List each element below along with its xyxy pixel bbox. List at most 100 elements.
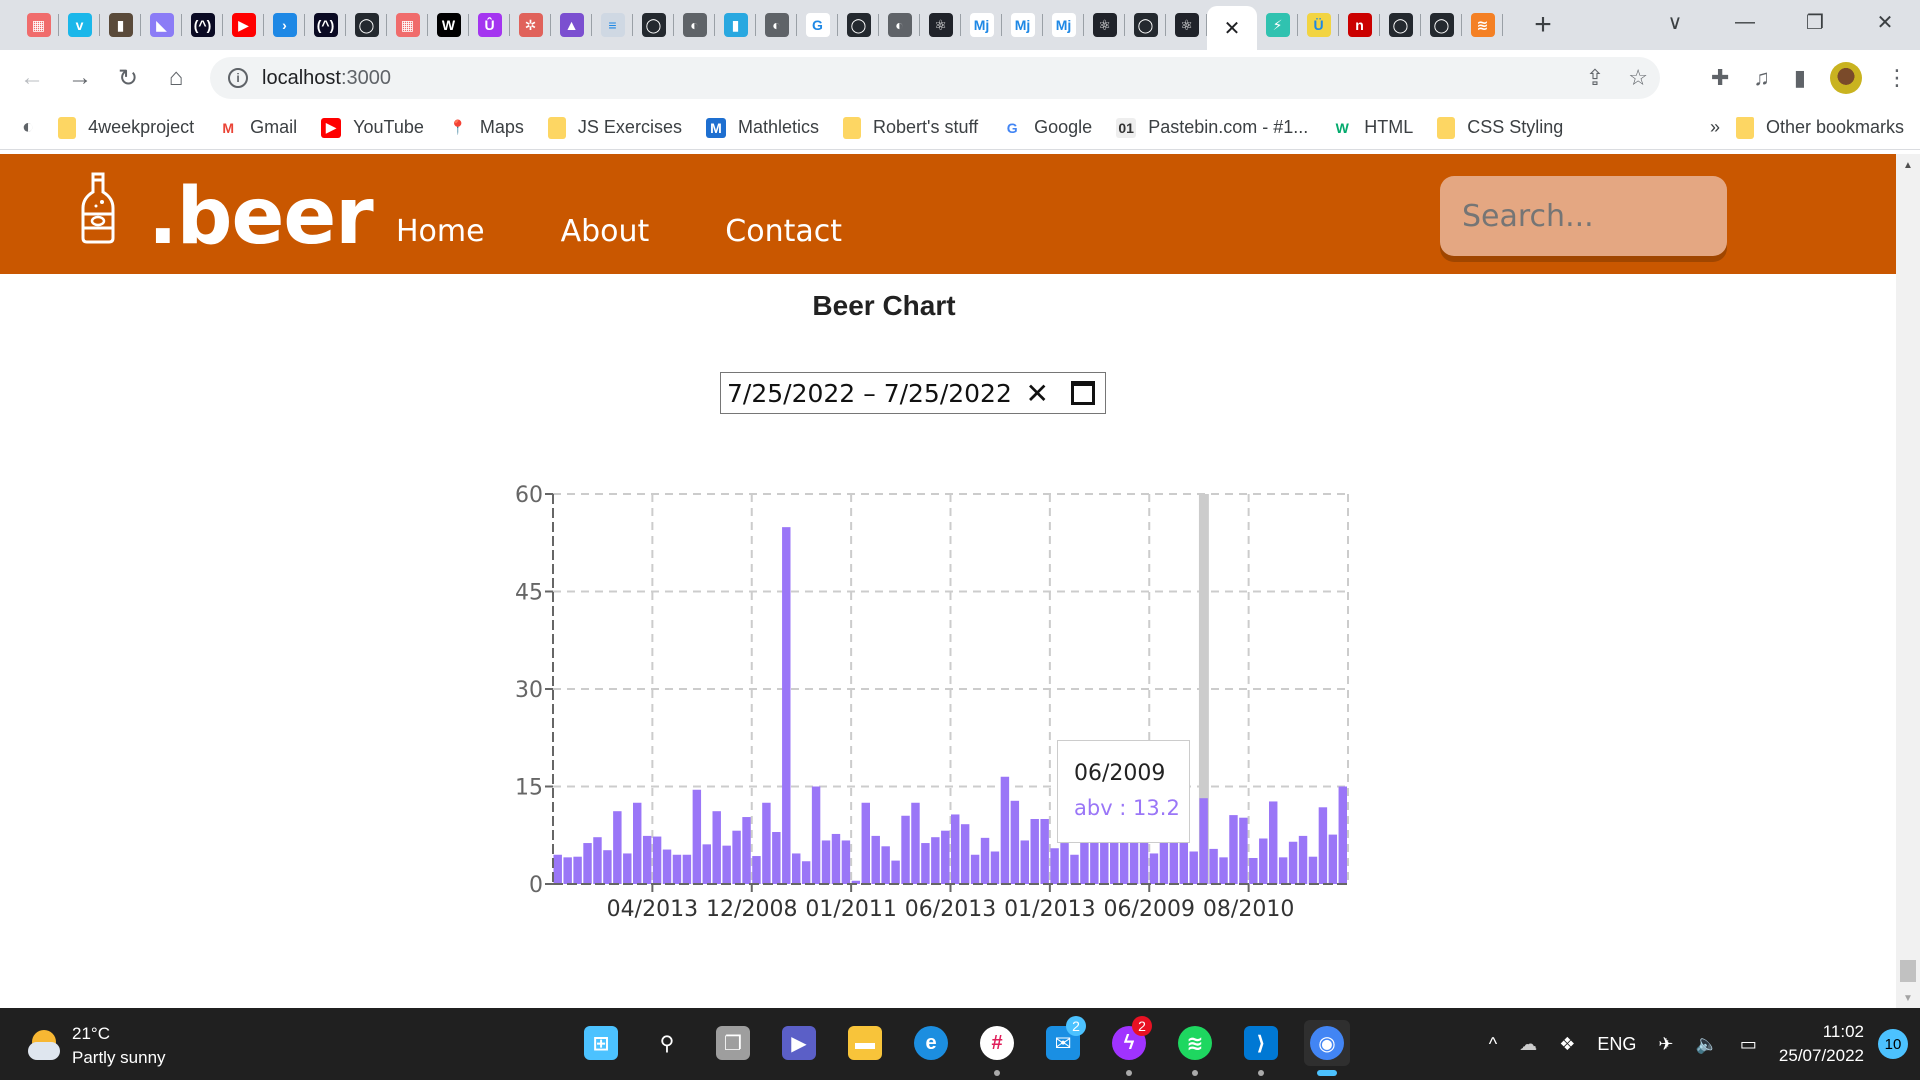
browser-tab-16[interactable]: ◐: [674, 0, 715, 50]
close-tab-icon[interactable]: ✕: [1224, 16, 1241, 41]
tab-search-button[interactable]: ∨: [1640, 10, 1710, 35]
end-date[interactable]: 7/25/2022: [884, 379, 1012, 408]
minimize-button[interactable]: —: [1710, 11, 1780, 34]
extensions-icon[interactable]: ✚: [1711, 65, 1729, 91]
browser-tab-25[interactable]: Mj: [1043, 0, 1084, 50]
menu-kebab-icon[interactable]: ⋮: [1886, 65, 1908, 91]
volume-icon[interactable]: 🔈: [1695, 1034, 1717, 1055]
restore-button[interactable]: ❐: [1780, 10, 1850, 35]
browser-tab-17[interactable]: ▮: [715, 0, 756, 50]
bookmark-item[interactable]: M Gmail: [218, 117, 297, 138]
home-button[interactable]: ⌂: [152, 64, 200, 92]
address-bar[interactable]: i localhost:3000 ⇪ ☆: [210, 57, 1660, 99]
media-control-icon[interactable]: ♫: [1753, 65, 1770, 91]
browser-tab-10[interactable]: W: [428, 0, 469, 50]
taskbar-task-view[interactable]: ❐: [710, 1020, 756, 1066]
taskbar-mail[interactable]: ✉ 2: [1040, 1016, 1086, 1066]
side-panel-icon[interactable]: ▮: [1794, 65, 1806, 91]
date-range-picker[interactable]: 7/25/2022 – 7/25/2022 ✕: [720, 372, 1106, 414]
clear-date-icon[interactable]: ✕: [1026, 377, 1049, 410]
profile-avatar[interactable]: [1830, 62, 1862, 94]
airplane-mode-icon[interactable]: ✈: [1658, 1034, 1673, 1055]
bookmark-item[interactable]: 4weekproject: [58, 116, 194, 139]
taskbar-vscode[interactable]: ⟩: [1238, 1020, 1284, 1076]
weather-widget[interactable]: 21°C Partly sunny: [28, 1022, 166, 1070]
scrollbar-thumb[interactable]: [1900, 960, 1916, 982]
brand-logo[interactable]: .beer: [148, 178, 374, 256]
share-icon[interactable]: ⇪: [1586, 65, 1604, 91]
browser-tab-26[interactable]: ⚛: [1084, 0, 1125, 50]
battery-charging-icon[interactable]: ▭: [1740, 1034, 1757, 1055]
nav-about[interactable]: About: [561, 214, 650, 249]
back-button[interactable]: ←: [8, 64, 56, 92]
browser-tab-24[interactable]: Mj: [1002, 0, 1043, 50]
bookmark-item[interactable]: Robert's stuff: [842, 116, 978, 139]
browser-tab-3[interactable]: ◣: [141, 0, 182, 50]
browser-tab-right-2[interactable]: n: [1339, 0, 1380, 50]
browser-tab-right-5[interactable]: ≋: [1462, 0, 1503, 50]
browser-tab-0[interactable]: ▦: [18, 0, 59, 50]
close-window-button[interactable]: ✕: [1850, 10, 1920, 35]
clock[interactable]: 11:02 25/07/2022: [1779, 1020, 1864, 1068]
bookmark-item[interactable]: 📍 Maps: [448, 117, 524, 138]
tray-chevron-icon[interactable]: ^: [1489, 1034, 1497, 1055]
page-scrollbar[interactable]: ▲ ▼: [1896, 154, 1920, 1008]
browser-tab-19[interactable]: G: [797, 0, 838, 50]
new-tab-button[interactable]: +: [1523, 8, 1563, 42]
search-input[interactable]: [1440, 176, 1727, 256]
browser-tab-8[interactable]: ◯: [346, 0, 387, 50]
browser-tab-21[interactable]: ◐: [879, 0, 920, 50]
bookmark-star-icon[interactable]: ☆: [1628, 65, 1648, 91]
browser-tab-5[interactable]: ▶: [223, 0, 264, 50]
apps-globe-icon[interactable]: ◐: [22, 116, 34, 139]
browser-tab-right-0[interactable]: ⚡: [1257, 0, 1298, 50]
taskbar-search[interactable]: ⚲: [644, 1020, 690, 1066]
bookmark-item[interactable]: G Google: [1002, 117, 1093, 138]
browser-tab-18[interactable]: ◐: [756, 0, 797, 50]
bookmark-item[interactable]: ▶ YouTube: [321, 117, 424, 138]
scroll-up-arrow-icon[interactable]: ▲: [1903, 160, 1913, 171]
browser-tab-28[interactable]: ⚛: [1166, 0, 1207, 50]
bookmark-item[interactable]: 01 Pastebin.com - #1...: [1116, 117, 1308, 138]
nav-home[interactable]: Home: [396, 214, 485, 249]
notification-badge[interactable]: 10: [1878, 1029, 1908, 1059]
language-indicator[interactable]: ENG: [1597, 1034, 1636, 1055]
dropbox-icon[interactable]: ❖: [1559, 1034, 1575, 1055]
browser-tab-13[interactable]: ▲: [551, 0, 592, 50]
browser-tab-11[interactable]: Û: [469, 0, 510, 50]
calendar-icon[interactable]: [1071, 381, 1095, 405]
bookmark-item[interactable]: CSS Styling: [1437, 116, 1563, 139]
browser-tab-1[interactable]: v: [59, 0, 100, 50]
scroll-down-arrow-icon[interactable]: ▼: [1903, 993, 1913, 1004]
browser-tab-right-4[interactable]: ◯: [1421, 0, 1462, 50]
site-info-icon[interactable]: i: [228, 68, 248, 88]
browser-tab-2[interactable]: ▮: [100, 0, 141, 50]
browser-tab-6[interactable]: ›: [264, 0, 305, 50]
bookmark-item[interactable]: M Mathletics: [705, 117, 819, 138]
onedrive-error-icon[interactable]: ☁: [1519, 1034, 1537, 1055]
browser-tab-right-3[interactable]: ◯: [1380, 0, 1421, 50]
taskbar-messenger[interactable]: ϟ2: [1106, 1016, 1152, 1076]
other-bookmarks[interactable]: Other bookmarks: [1735, 116, 1904, 139]
browser-tab-7[interactable]: (^): [305, 0, 346, 50]
url-text[interactable]: localhost:3000: [262, 67, 391, 90]
taskbar-spotify[interactable]: ≋: [1172, 1020, 1218, 1076]
nav-contact[interactable]: Contact: [725, 214, 842, 249]
browser-tab-20[interactable]: ◯: [838, 0, 879, 50]
forward-button[interactable]: →: [56, 64, 104, 92]
browser-tab-4[interactable]: (^): [182, 0, 223, 50]
taskbar-file-explorer[interactable]: ▬: [842, 1020, 888, 1066]
browser-tab-23[interactable]: Mj: [961, 0, 1002, 50]
taskbar-start[interactable]: ⊞: [578, 1020, 624, 1066]
taskbar-teams-chat[interactable]: ▶: [776, 1020, 822, 1066]
reload-button[interactable]: ↻: [104, 64, 152, 93]
browser-tab-right-1[interactable]: Ü: [1298, 0, 1339, 50]
browser-tab-9[interactable]: ▦: [387, 0, 428, 50]
browser-tab-27[interactable]: ◯: [1125, 0, 1166, 50]
browser-tab-15[interactable]: ◯: [633, 0, 674, 50]
browser-tab-14[interactable]: ≡: [592, 0, 633, 50]
bookmark-item[interactable]: JS Exercises: [547, 116, 682, 139]
more-bookmarks-button[interactable]: »: [1710, 117, 1720, 138]
start-date[interactable]: 7/25/2022: [727, 379, 855, 408]
bookmark-item[interactable]: W HTML: [1332, 117, 1414, 138]
